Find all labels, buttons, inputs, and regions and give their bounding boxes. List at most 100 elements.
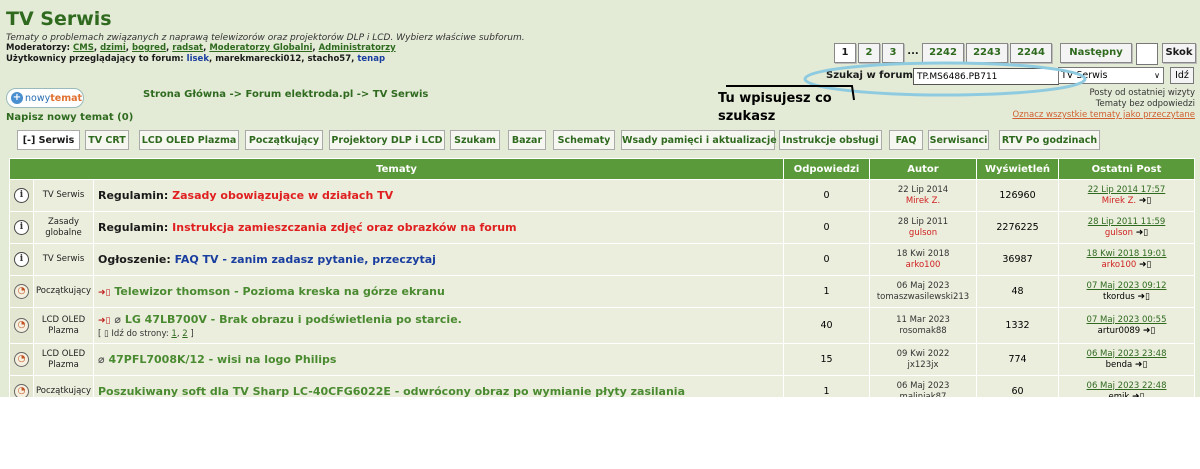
author-link[interactable]: tomaszwasilewski213 [877, 292, 969, 302]
last-post-cell: 07 Maj 2023 00:55 artur0089 ➜▯ [1058, 307, 1196, 344]
moderator-link[interactable]: Administratorzy [319, 43, 396, 53]
views-count: 2276225 [976, 211, 1060, 244]
go-to-post-icon[interactable]: ➜▯ [1135, 360, 1148, 370]
mark-all-read-link[interactable]: Oznacz wszystkie tematy jako przeczytane [1012, 110, 1195, 120]
forum-page: TV Serwis Tematy o problemach związanych… [0, 0, 1200, 397]
topic-title-link[interactable]: LG 47LB700V - Brak obrazu i podświetleni… [125, 313, 462, 326]
author-date: 06 Maj 2023 [896, 380, 950, 391]
tab-tv-crt[interactable]: TV CRT [85, 130, 129, 150]
tab-poczatkujacy[interactable]: Początkujący [245, 130, 323, 150]
last-post-user-link[interactable]: artur0089 [1098, 326, 1141, 336]
author-link[interactable]: maliniak87 [900, 392, 947, 398]
topic-title-link[interactable]: 47PFL7008K/12 - wisi na logo Philips [108, 353, 336, 366]
column-header-author: Autor [869, 158, 978, 180]
viewer-name[interactable]: marekmarecki012 [215, 54, 301, 64]
topic-prefix: Regulamin: [98, 221, 169, 234]
author-date: 18 Kwi 2018 [896, 248, 950, 259]
tab-schematy[interactable]: Schematy [553, 130, 615, 150]
last-post-date-link[interactable]: 28 Lip 2011 11:59 [1088, 217, 1166, 227]
topics-table: Tematy Odpowiedzi Autor Wyświetleń Ostat… [8, 158, 1196, 398]
last-post-user-link[interactable]: benda [1106, 360, 1133, 370]
author-cell: 22 Lip 2014 Mirek Z. [869, 179, 978, 212]
posts-since-last-visit-link[interactable]: Posty od ostatniej wizyty [1089, 88, 1195, 98]
moderator-link[interactable]: dzimi [100, 43, 126, 53]
topic-cell: ➜▯ Telewizor thomson - Pozioma kreska na… [92, 275, 785, 308]
tab-wsady-pamieci[interactable]: Wsady pamięci i aktualizacje [621, 130, 777, 150]
author-link[interactable]: Mirek Z. [906, 196, 940, 206]
author-cell: 28 Lip 2011 gulson [869, 211, 978, 244]
author-link[interactable]: arko100 [906, 260, 941, 270]
breadcrumb[interactable]: Strona Główna -> Forum elektroda.pl -> T… [143, 89, 428, 100]
jump-button[interactable]: Skok [1162, 43, 1196, 63]
viewer-link[interactable]: lisek [187, 54, 209, 64]
goto-page-label: Idź do strony: [111, 328, 169, 339]
tab-serwis[interactable]: [-] Serwis [17, 130, 80, 150]
table-row: ◔ Początkujący ➜▯ Telewizor thomson - Po… [9, 275, 1196, 308]
topic-prefix: Regulamin: [98, 189, 169, 202]
topic-title-link[interactable]: FAQ TV - zanim zadasz pytanie, przeczyta… [175, 253, 436, 266]
views-count: 36987 [976, 243, 1060, 276]
tab-szukam[interactable]: Szukam [450, 130, 500, 150]
moderators-label: Moderatorzy: [6, 43, 71, 53]
new-topic-label-new: nowy [25, 93, 51, 104]
last-post-date-link[interactable]: 06 Maj 2023 23:48 [1087, 349, 1167, 359]
row-category: TV Serwis [33, 179, 94, 212]
last-post-date-link[interactable]: 06 Maj 2023 22:48 [1087, 381, 1167, 391]
go-to-post-icon[interactable]: ➜▯ [1137, 292, 1150, 302]
go-to-post-icon[interactable]: ➜▯ [1132, 392, 1145, 398]
tab-rtv-po-godzinach[interactable]: RTV Po godzinach [999, 130, 1100, 150]
last-post-cell: 06 Maj 2023 22:48 emik ➜▯ [1058, 375, 1196, 398]
tab-projektory[interactable]: Projektory DLP i LCD [329, 130, 445, 150]
viewers-line: Użytkownicy przeglądający to forum: lise… [6, 54, 386, 64]
viewer-name[interactable]: stacho57 [308, 54, 352, 64]
last-post-user-link[interactable]: arko100 [1102, 260, 1137, 270]
jump-page-input[interactable] [1136, 43, 1158, 65]
last-post-user-link[interactable]: emik [1109, 392, 1130, 398]
topic-page-link[interactable]: 2 [182, 329, 187, 339]
info-icon: i [14, 188, 29, 203]
new-post-icon: ➜▯ [98, 315, 111, 326]
moderator-link[interactable]: radsat [172, 43, 203, 53]
topic-icon: ◔ [14, 384, 29, 397]
go-to-post-icon[interactable]: ➜▯ [1139, 196, 1152, 206]
annotation-text: Tu wpisujesz co szukasz [718, 91, 832, 124]
last-post-date-link[interactable]: 22 Lip 2014 17:57 [1088, 185, 1166, 195]
go-to-post-icon[interactable]: ➜▯ [1139, 260, 1152, 270]
author-link[interactable]: rosomak88 [899, 326, 946, 336]
tab-serwisanci[interactable]: Serwisanci [928, 130, 989, 150]
row-category: Początkujący [33, 275, 94, 308]
moderator-link[interactable]: bogred [132, 43, 166, 53]
last-post-date-link[interactable]: 07 Maj 2023 09:12 [1087, 281, 1167, 291]
author-date: 11 Mar 2023 [896, 314, 950, 325]
author-link[interactable]: gulson [909, 228, 937, 238]
tab-instrukcje-obslugi[interactable]: Instrukcje obsługi [779, 130, 882, 150]
author-link[interactable]: jx123jx [908, 360, 939, 370]
go-to-post-icon[interactable]: ➜▯ [1143, 326, 1156, 336]
last-post-user-link[interactable]: gulson [1105, 228, 1133, 238]
replies-count: 0 [783, 243, 871, 276]
search-go-button[interactable]: Idź [1170, 67, 1194, 84]
moderator-link[interactable]: CMS [73, 43, 94, 53]
topic-title-link[interactable]: Zasady obowiązujące w działach TV [172, 189, 393, 202]
topic-page-link[interactable]: 1 [171, 329, 176, 339]
viewer-link[interactable]: tenap [357, 54, 385, 64]
plus-icon: + [11, 92, 23, 104]
topic-title-link[interactable]: Telewizor thomson - Pozioma kreska na gó… [114, 285, 444, 298]
write-new-topic-link[interactable]: Napisz nowy temat (0) [6, 112, 133, 123]
topic-title-link[interactable]: Instrukcja zamieszczania zdjęć oraz obra… [172, 221, 516, 234]
go-to-post-icon[interactable]: ➜▯ [1136, 228, 1149, 238]
last-post-date-link[interactable]: 18 Kwi 2018 19:01 [1087, 249, 1167, 259]
moderator-link[interactable]: Moderatorzy Globalni [209, 43, 312, 53]
replies-count: 1 [783, 275, 871, 308]
tab-bazar[interactable]: Bazar [508, 130, 546, 150]
last-post-user-link[interactable]: Mirek Z. [1102, 196, 1136, 206]
last-post-user-link[interactable]: tkordus [1103, 292, 1135, 302]
attachment-icon: ⌀ [98, 353, 105, 366]
unanswered-topics-link[interactable]: Tematy bez odpowiedzi [1096, 99, 1195, 109]
author-cell: 06 Maj 2023 maliniak87 [869, 375, 978, 398]
tab-faq[interactable]: FAQ [889, 130, 923, 150]
last-post-date-link[interactable]: 07 Maj 2023 00:55 [1087, 315, 1167, 325]
new-topic-button[interactable]: + nowytemat [6, 88, 84, 108]
tab-lcd-oled-plazma[interactable]: LCD OLED Plazma [139, 130, 239, 150]
topic-title-link[interactable]: Poszukiwany soft dla TV Sharp LC-40CFG60… [98, 385, 685, 397]
